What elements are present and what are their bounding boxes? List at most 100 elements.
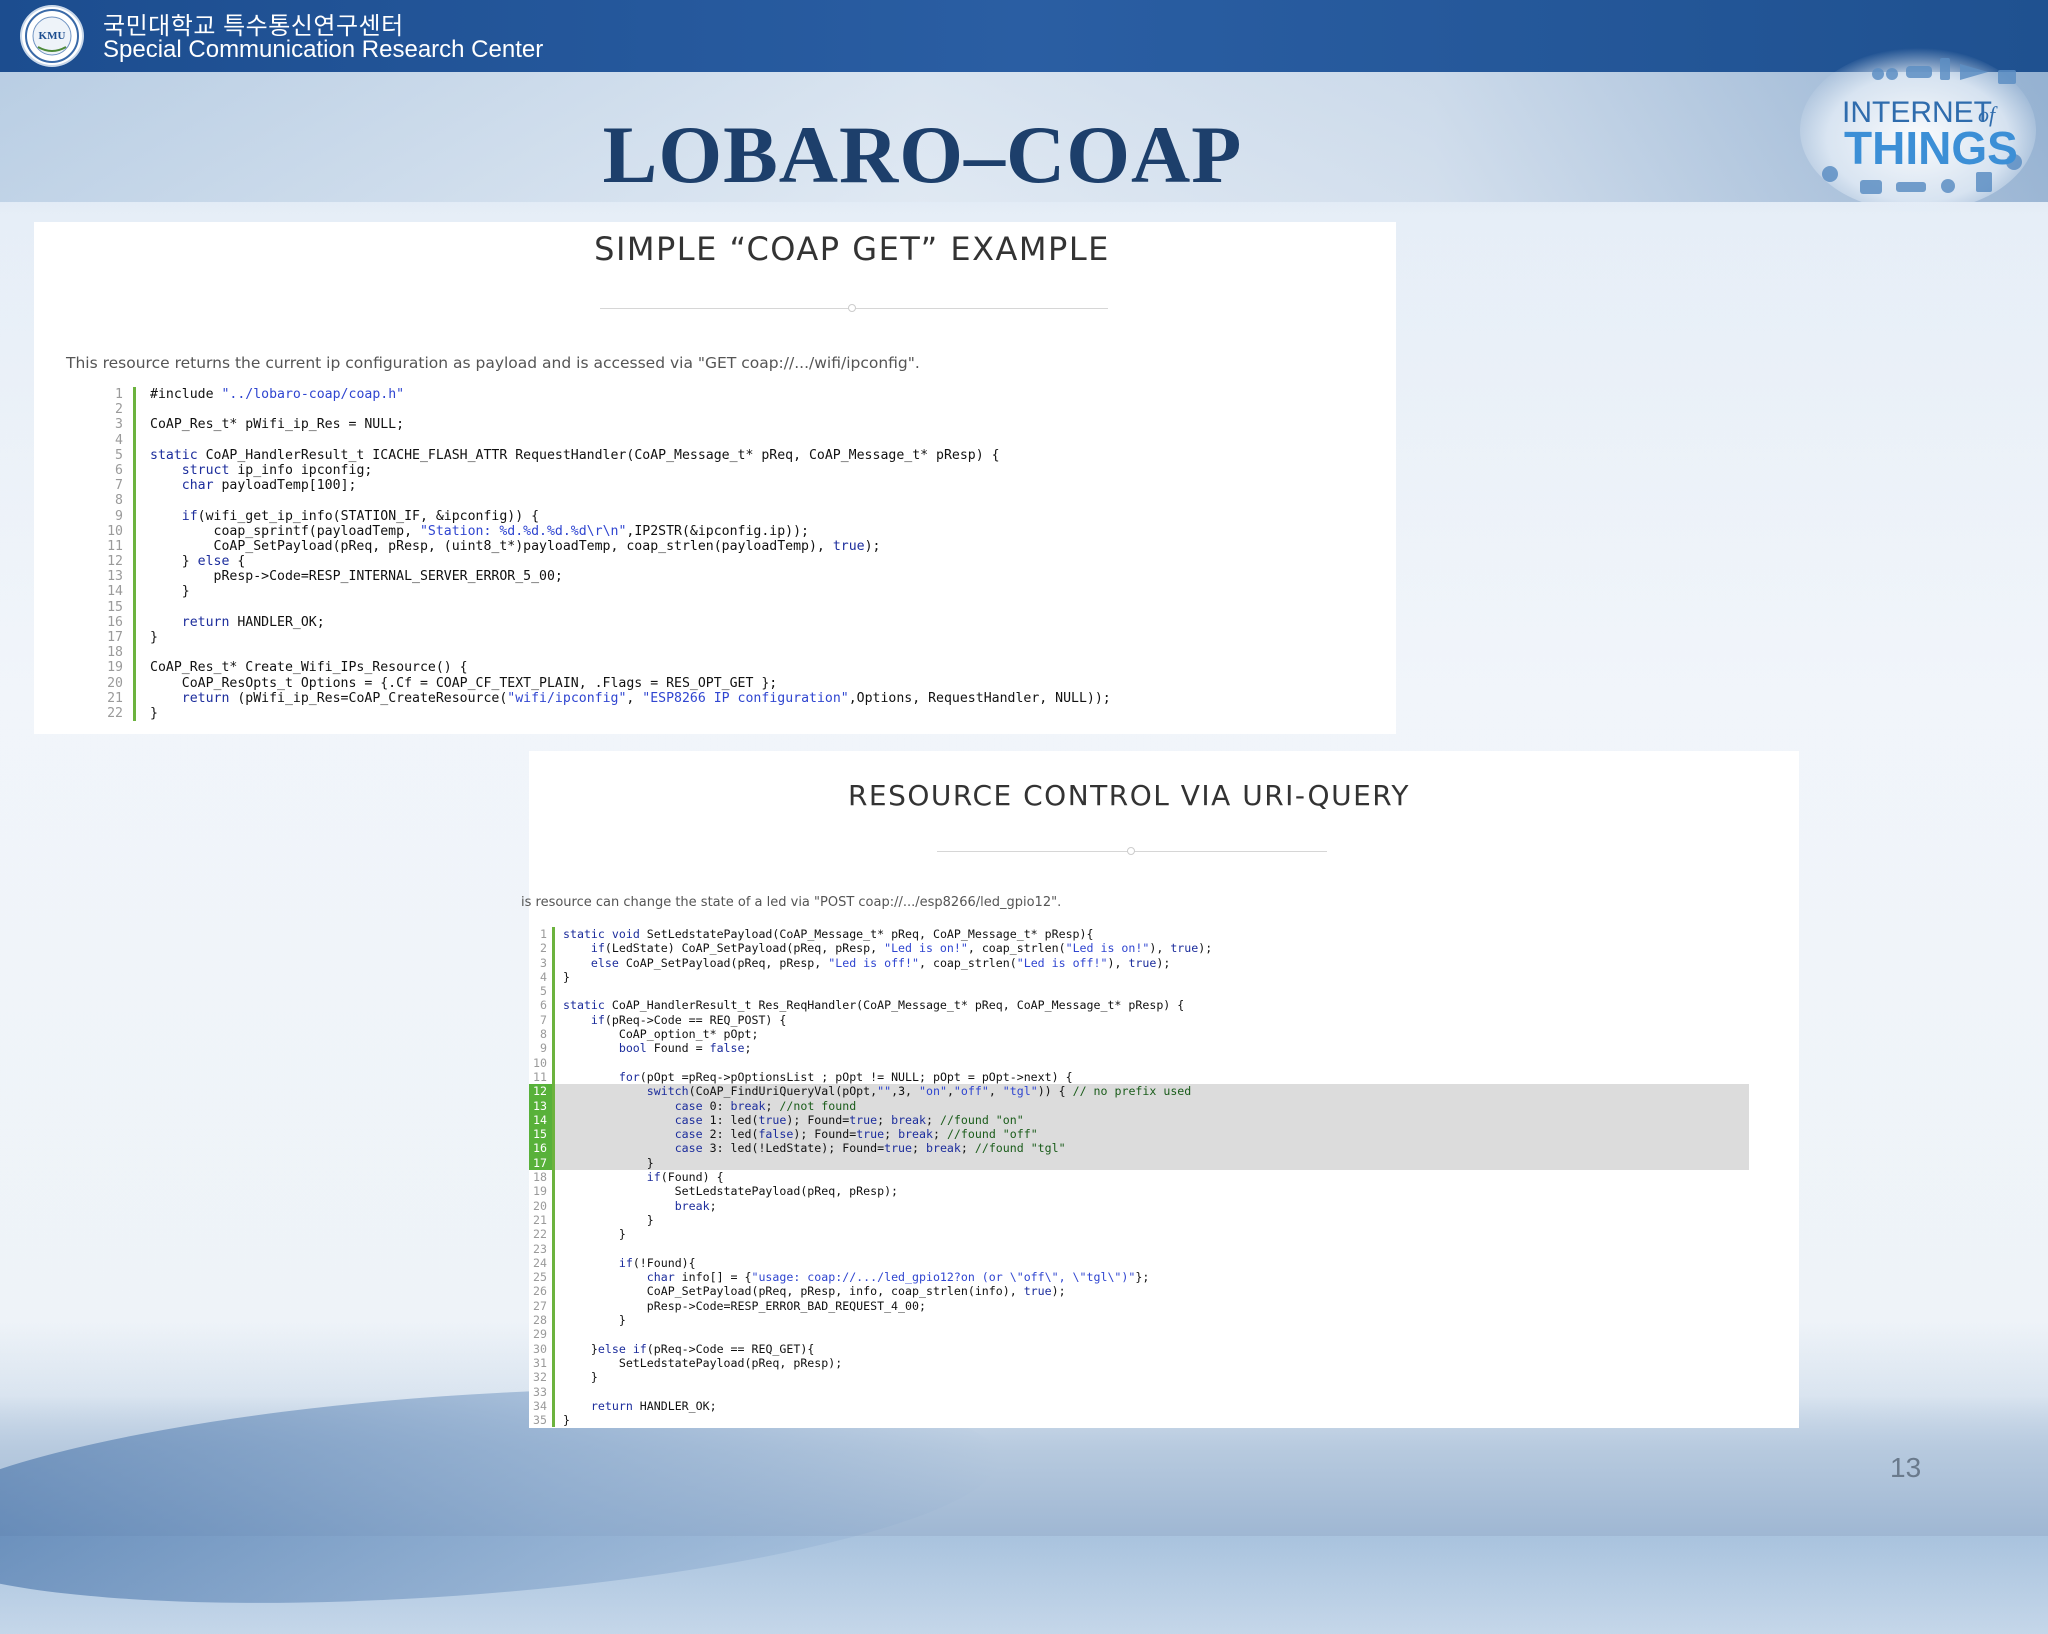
line-number: 2 [529,941,555,956]
line-number: 21 [529,1212,555,1228]
code-text: CoAP_SetPayload(pReq, pResp, info, coap_… [563,1284,1066,1299]
code-text: } [563,1413,570,1428]
code-line: 16 case 3: led(!LedState); Found=true; b… [529,1141,1749,1156]
line-number: 5 [529,984,555,999]
line-number: 24 [529,1255,555,1271]
line-number: 15 [78,599,136,615]
line-number: 17 [529,1155,555,1171]
panel-title: SIMPLE “COAP GET” EXAMPLE [594,230,1110,268]
code-line: 3 CoAP_Res_t* pWifi_ip_Res = NULL; [78,417,1328,433]
code-line: 12 switch(CoAP_FindUriQueryVal(pOpt,"",3… [529,1084,1749,1099]
code-line: 19 CoAP_Res_t* Create_Wifi_IPs_Resource()… [78,660,1328,676]
code-line: 22} [78,705,1328,722]
code-line: 9 if(wifi_get_ip_info(STATION_IF, &ipcon… [78,508,1328,524]
code-line: 11 for(pOpt =pReq->pOptionsList ; pOpt !… [529,1069,1749,1085]
line-number: 34 [529,1398,555,1414]
kmu-logo: KMU [20,5,84,67]
line-number: 23 [529,1241,555,1256]
code-line: 10 coap_sprintf(payloadTemp, "Station: %… [78,523,1328,539]
code-line: 16 return HANDLER_OK; [78,614,1328,630]
code-text: } [563,1227,626,1242]
code-line: 22 } [529,1227,1749,1242]
code-line: 9 bool Found = false; [529,1041,1749,1056]
line-number: 14 [78,584,136,600]
line-number: 31 [529,1355,555,1371]
code-line: 14 case 1: led(true); Found=true; break;… [529,1112,1749,1128]
code-text: } [563,1212,654,1227]
code-text: } [563,1155,654,1170]
code-line: 3 else CoAP_SetPayload(pReq, pResp, "Led… [529,955,1749,970]
code-line: 1 #include "../lobaro-coap/coap.h" [78,387,1328,403]
code-text: CoAP_option_t* pOpt; [563,1027,759,1042]
iot-logo-line2: THINGS [1844,122,2018,174]
code-text: if(wifi_get_ip_info(STATION_IF, &ipconfi… [181,508,540,524]
code-text: } [150,630,158,645]
line-number: 21 [78,690,136,706]
code-line: 27 pResp->Code=RESP_ERROR_BAD_REQUEST_4_… [529,1298,1749,1314]
line-number: 7 [78,478,136,494]
line-number: 10 [78,523,136,539]
org-name-english: Special Communication Research Center [103,36,544,63]
line-number: 30 [529,1341,555,1356]
code-text: CoAP_SetPayload(pReq, pResp, (uint8_t*)p… [150,538,881,554]
code-text: static void SetLedstatePayload(CoAP_Mess… [563,927,1094,941]
code-line: 20 break; [529,1198,1749,1213]
code-line: 18 [78,645,1328,661]
code-line: 25 char info[] = {"usage: coap://.../led… [529,1270,1749,1285]
code-text: CoAP_Res_t* Create_Wifi_IPs_Resource() { [150,660,468,676]
code-text: bool Found = false; [618,1041,752,1056]
kmu-logo-text: KMU [39,30,66,42]
code-line: 4 [78,432,1328,448]
line-number: 22 [529,1227,555,1242]
line-number: 18 [78,645,136,661]
code-text: } [563,1313,626,1328]
code-line: 11 CoAP_SetPayload(pReq, pResp, (uint8_t… [78,538,1328,555]
code-block: 1 #include "../lobaro-coap/coap.h" 2 3 CoAP_… [78,387,1328,722]
line-number: 4 [529,969,555,985]
code-line: 32 } [529,1370,1749,1385]
code-line: 17} [78,630,1328,646]
code-line: 21 return (pWifi_ip_Res=CoAP_CreateResou… [78,690,1328,706]
line-number: 15 [529,1127,555,1142]
line-number: 8 [78,493,136,509]
header-bar: KMU 국민대학교 특수통신연구센터 Special Communication… [0,0,2048,72]
line-number: 3 [529,955,555,970]
code-line: 21 } [529,1212,1749,1228]
code-text: CoAP_ResOpts_t Options = {.Cf = COAP_CF_… [150,675,778,691]
line-number: 35 [529,1413,555,1428]
code-line: 24 if(!Found){ [529,1255,1749,1271]
code-line: 15 [78,599,1328,615]
code-line: 20 CoAP_ResOpts_t Options = {.Cf = COAP_… [78,675,1328,691]
line-number: 26 [529,1284,555,1299]
code-line: 30 }else if(pReq->Code == REQ_GET){ [529,1341,1749,1356]
line-number: 20 [529,1198,555,1213]
code-line: 17 } [529,1155,1749,1171]
divider-dot [848,304,856,312]
code-line: 14 } [78,584,1328,600]
code-line: 7 char payloadTemp[100]; [78,478,1328,494]
code-text: for(pOpt =pReq->pOptionsList ; pOpt != N… [618,1069,1073,1084]
code-line: 5 [529,984,1749,999]
code-line: 34 return HANDLER_OK; [529,1398,1749,1414]
line-number: 6 [78,462,136,479]
line-number: 17 [78,630,136,646]
line-number: 19 [529,1184,555,1199]
line-number: 1 [78,387,136,403]
slide-title: LOBARO–COAP [602,109,1243,200]
code-text: case 0: break; //not found [674,1098,857,1113]
line-number: 9 [529,1041,555,1056]
code-text: CoAP_Res_t* pWifi_ip_Res = NULL; [150,417,405,433]
panel-resource-control: RESOURCE CONTROL VIA URI-QUERY is resour… [521,751,1799,1428]
line-number: 18 [529,1170,555,1185]
code-text: static CoAP_HandlerResult_t Res_ReqHandl… [563,998,1185,1013]
line-number: 2 [78,402,136,418]
line-number: 16 [529,1141,555,1156]
line-number: 3 [78,417,136,433]
line-number: 16 [78,614,136,630]
line-number: 12 [78,554,136,570]
line-number: 11 [78,538,136,555]
